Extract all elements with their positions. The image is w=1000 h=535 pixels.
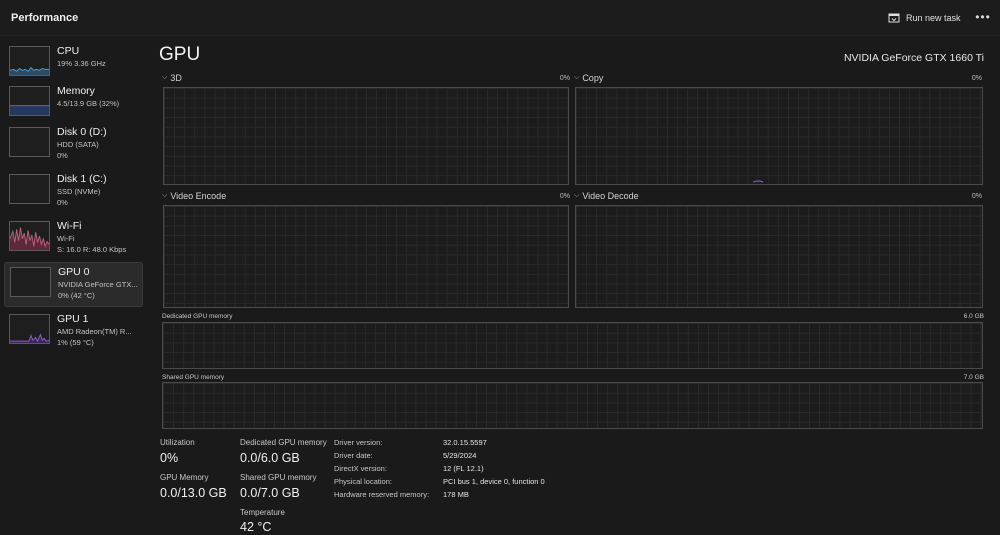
engine-selector-copy[interactable]: ⌵ Copy (574, 73, 603, 83)
dedicated-memory-max: 6.0 GB (963, 313, 984, 320)
driver-version-key: Driver version: (334, 438, 383, 447)
temperature-value: 42 °C (240, 520, 272, 534)
engine-percent: 0% (971, 193, 982, 200)
chevron-down-icon: ⌵ (162, 74, 168, 81)
sidebar-item-usage: 0% (57, 151, 68, 160)
sidebar-item-label: Disk 1 (C:) (57, 173, 107, 185)
sidebar-item-disk-0[interactable]: Disk 0 (D:) HDD (SATA) 0% (4, 123, 143, 168)
directx-version-value: 12 (FL 12.1) (443, 464, 484, 473)
sidebar-item-wifi[interactable]: Wi-Fi Wi-Fi S: 16.0 R: 48.0 Kbps (4, 217, 143, 262)
physical-location-value: PCI bus 1, device 0, function 0 (443, 477, 545, 486)
title-bar: Performance Run new task ••• (0, 0, 1000, 36)
engine-selector-video-decode[interactable]: ⌵ Video Decode (574, 191, 639, 201)
engine-label: 3D (170, 73, 182, 83)
hardware-reserved-memory-value: 178 MB (443, 490, 469, 499)
sidebar: CPU 19% 3.36 GHz Memory 4.5/13.9 GB (32%… (0, 36, 145, 535)
sidebar-item-usage: 1% (59 °C) (57, 338, 94, 347)
driver-date-value: 5/29/2024 (443, 451, 477, 460)
hardware-reserved-memory-key: Hardware reserved memory: (334, 490, 430, 499)
engine-label: Video Encode (170, 191, 227, 201)
sidebar-item-usage: 0% (57, 198, 68, 207)
memory-thumbnail-graph (9, 86, 50, 116)
engine-selector-3d[interactable]: ⌵ 3D (162, 73, 182, 83)
sidebar-item-memory[interactable]: Memory 4.5/13.9 GB (32%) (4, 82, 143, 127)
sidebar-item-label: GPU 0 (58, 266, 90, 278)
copy-activity-line (752, 180, 764, 183)
sidebar-item-detail: 4.5/13.9 GB (32%) (57, 99, 120, 108)
page-title: Performance (11, 12, 79, 24)
physical-location-key: Physical location: (334, 477, 392, 486)
engine-graph-copy (575, 87, 983, 185)
run-new-task-button[interactable]: Run new task (888, 9, 961, 27)
shared-memory-stat-value: 0.0/7.0 GB (240, 486, 300, 500)
gpu-memory-label: GPU Memory (160, 473, 209, 482)
sidebar-item-disk-1[interactable]: Disk 1 (C:) SSD (NVMe) 0% (4, 170, 143, 215)
shared-memory-stat-label: Shared GPU memory (240, 473, 317, 482)
engine-graph-video-encode (163, 205, 569, 308)
wifi-thumbnail-graph (9, 221, 50, 251)
driver-version-value: 32.0.15.5597 (443, 438, 487, 447)
sidebar-item-detail: SSD (NVMe) (57, 187, 101, 196)
sidebar-item-detail: Wi-Fi (57, 234, 75, 243)
sidebar-item-detail: 19% 3.36 GHz (57, 59, 106, 68)
sidebar-item-label: CPU (57, 45, 80, 57)
driver-date-key: Driver date: (334, 451, 373, 460)
gpu-1-thumbnail-graph (9, 314, 50, 344)
sidebar-item-label: GPU 1 (57, 313, 89, 325)
dedicated-memory-stat-label: Dedicated GPU memory (240, 438, 327, 447)
chevron-down-icon: ⌵ (574, 74, 580, 81)
sidebar-item-detail: HDD (SATA) (57, 140, 99, 149)
engine-label: Video Decode (582, 191, 639, 201)
cpu-thumbnail-graph (9, 46, 50, 76)
engine-label: Copy (582, 73, 604, 83)
dedicated-memory-stat-value: 0.0/6.0 GB (240, 451, 300, 465)
shared-memory-graph (162, 382, 983, 429)
engine-selector-video-encode[interactable]: ⌵ Video Encode (162, 191, 226, 201)
more-options-icon[interactable]: ••• (973, 9, 993, 27)
dedicated-memory-label: Dedicated GPU memory (162, 313, 233, 320)
gpu-heading: GPU (159, 44, 201, 65)
shared-memory-max: 7.0 GB (963, 374, 984, 381)
shared-memory-label: Shared GPU memory (162, 374, 225, 381)
gpu-0-thumbnail-graph (10, 267, 51, 297)
run-new-task-label: Run new task (906, 13, 961, 23)
sidebar-item-label: Memory (57, 85, 95, 97)
disk-1-thumbnail-graph (9, 174, 50, 204)
gpu-memory-value: 0.0/13.0 GB (160, 486, 227, 500)
chevron-down-icon: ⌵ (574, 192, 580, 199)
utilization-label: Utilization (160, 438, 195, 447)
engine-percent: 0% (559, 75, 570, 82)
utilization-value: 0% (160, 451, 179, 465)
engine-percent: 0% (559, 193, 570, 200)
sidebar-item-detail: AMD Radeon(TM) R... (57, 327, 132, 336)
directx-version-key: DirectX version: (334, 464, 387, 473)
sidebar-item-usage: 0% (42 °C) (58, 291, 95, 300)
sidebar-item-throughput: S: 16.0 R: 48.0 Kbps (57, 245, 127, 254)
sidebar-item-detail: NVIDIA GeForce GTX... (58, 280, 138, 289)
chevron-down-icon: ⌵ (162, 192, 168, 199)
engine-graph-video-decode (575, 205, 983, 308)
sidebar-item-label: Disk 0 (D:) (57, 126, 107, 138)
dedicated-memory-graph (162, 322, 983, 369)
gpu-model-name: NVIDIA GeForce GTX 1660 Ti (843, 52, 984, 64)
engine-percent: 0% (971, 75, 982, 82)
sidebar-item-gpu-1[interactable]: GPU 1 AMD Radeon(TM) R... 1% (59 °C) (4, 310, 143, 355)
sidebar-item-label: Wi-Fi (57, 220, 82, 232)
temperature-label: Temperature (240, 508, 285, 517)
sidebar-item-cpu[interactable]: CPU 19% 3.36 GHz (4, 42, 143, 87)
run-task-icon (888, 13, 900, 23)
disk-0-thumbnail-graph (9, 127, 50, 157)
sidebar-item-gpu-0[interactable]: GPU 0 NVIDIA GeForce GTX... 0% (42 °C) (4, 262, 143, 307)
engine-graph-3d (163, 87, 569, 185)
